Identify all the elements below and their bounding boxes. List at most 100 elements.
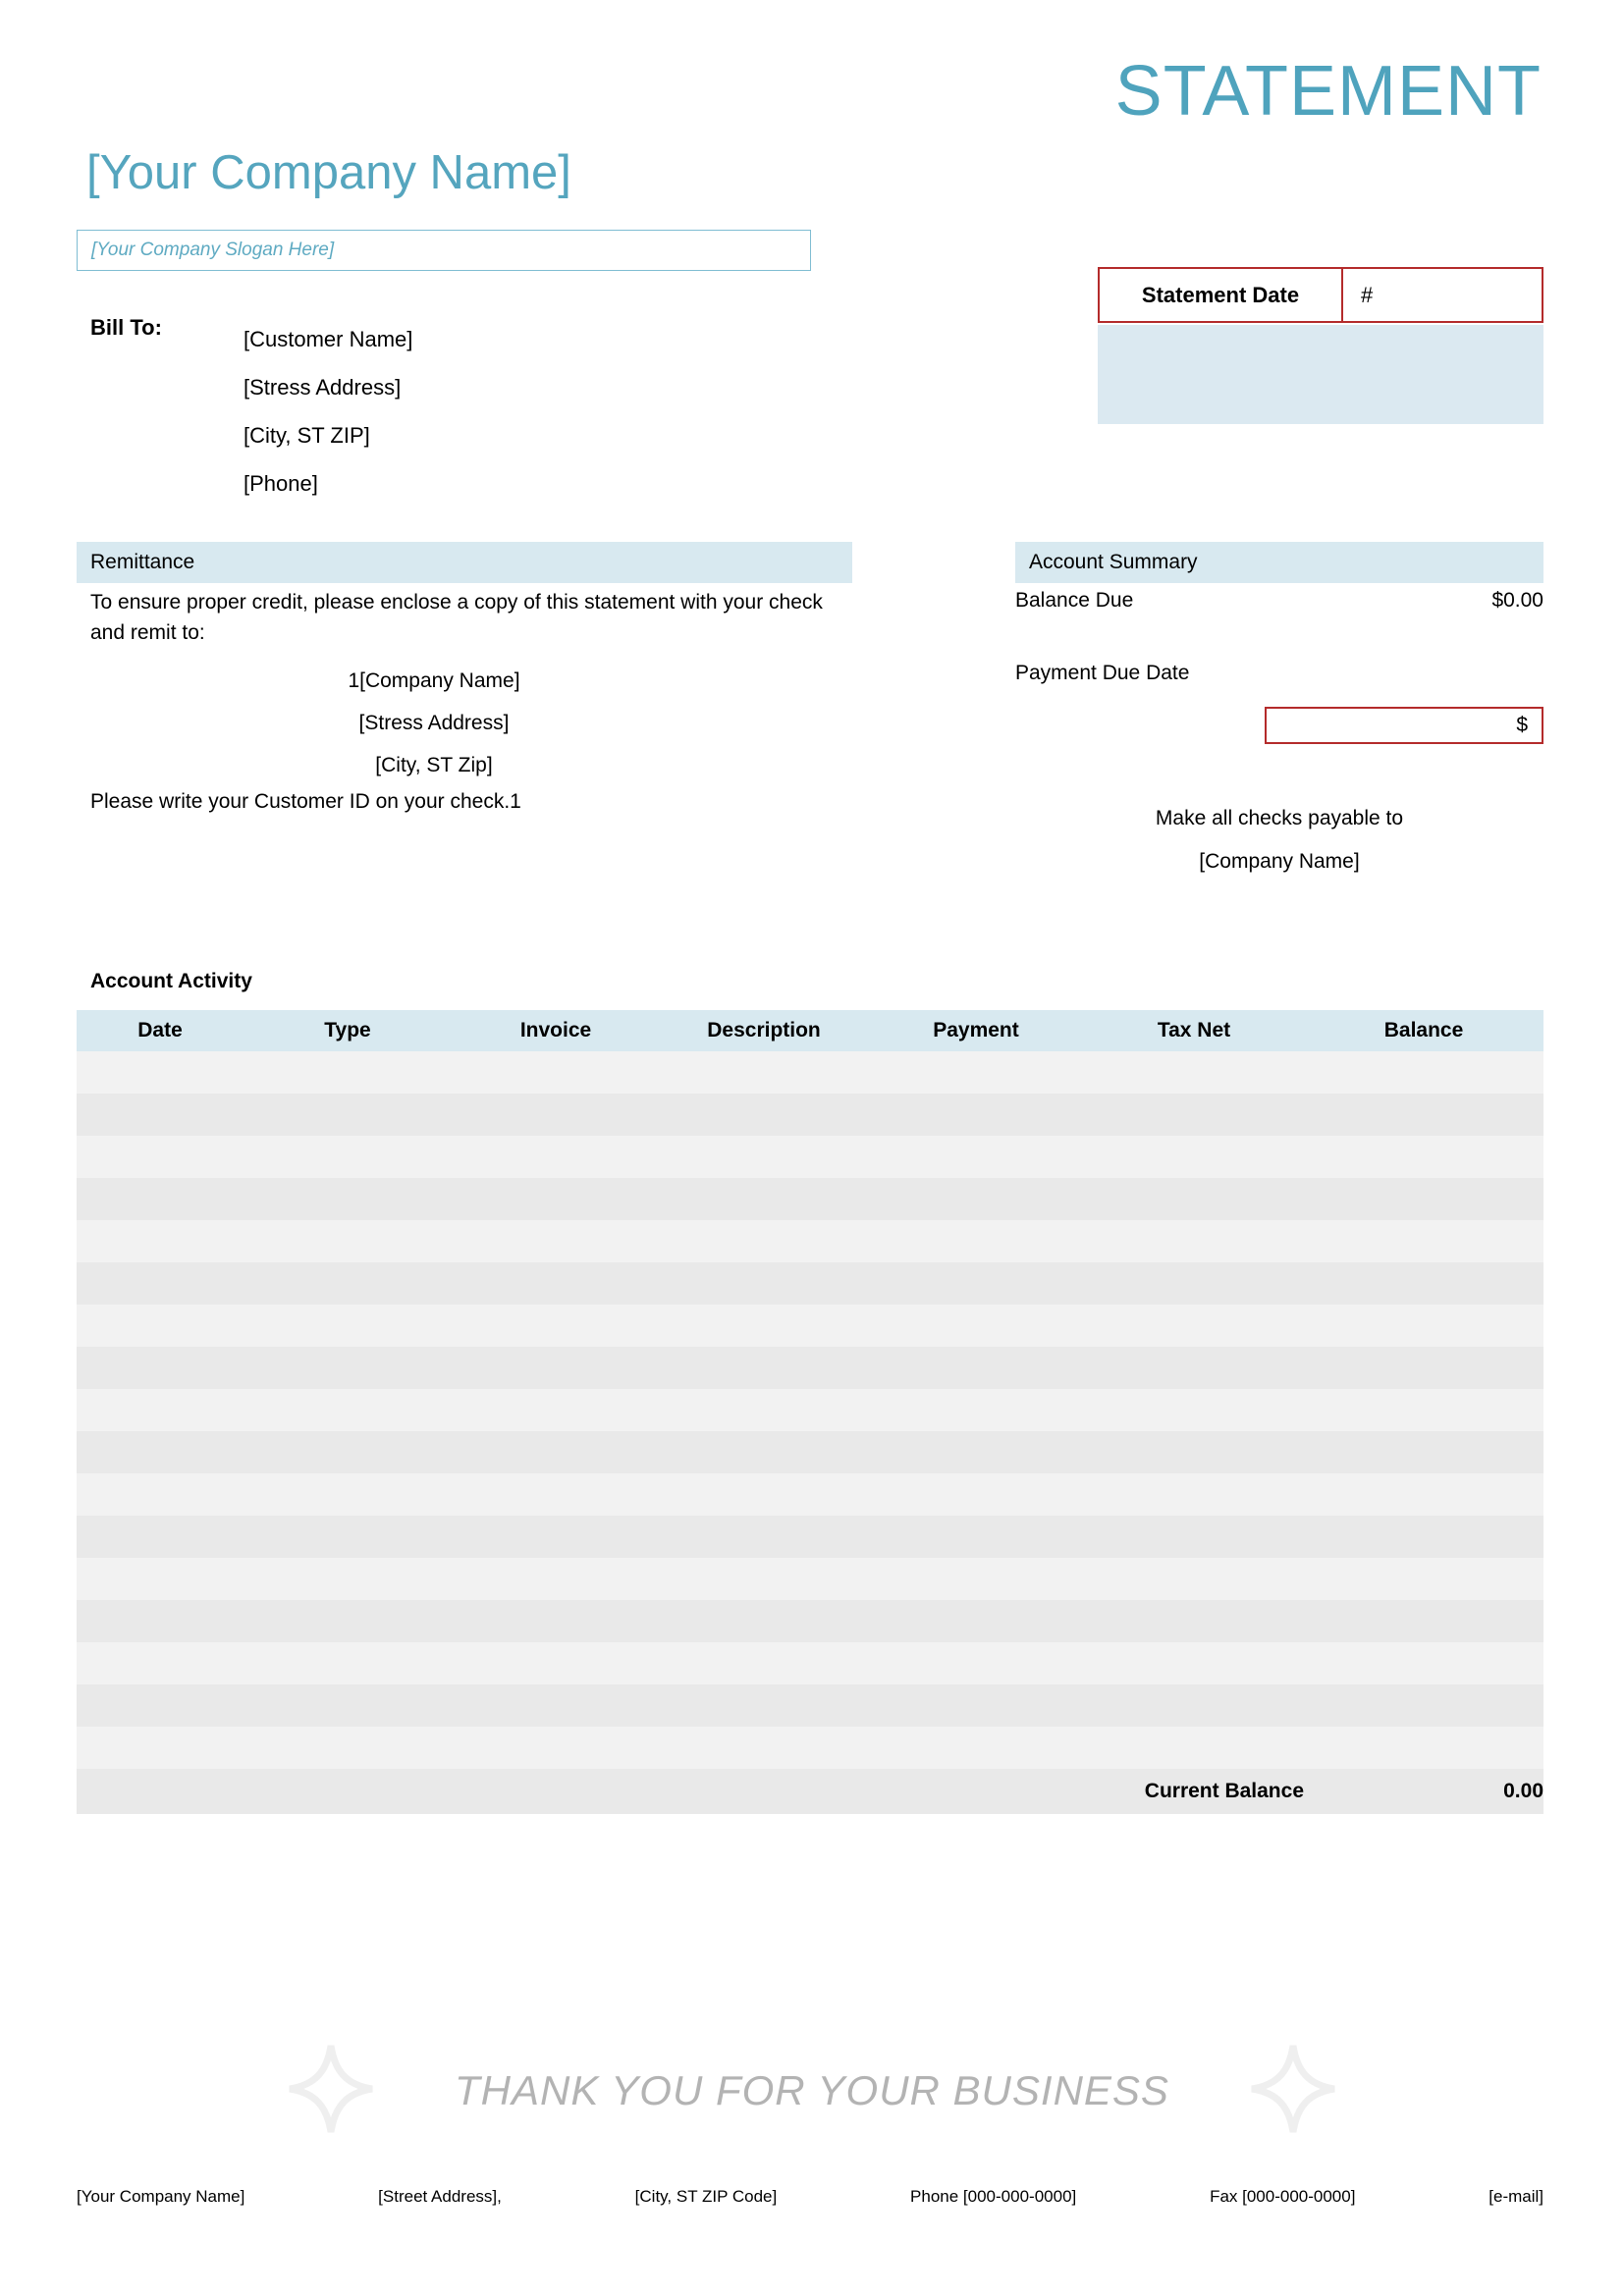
table-cell[interactable] (1304, 1684, 1543, 1727)
table-cell[interactable] (452, 1642, 660, 1684)
table-cell[interactable] (244, 1431, 452, 1473)
table-cell[interactable] (868, 1178, 1084, 1220)
table-row[interactable] (77, 1431, 1543, 1473)
table-cell[interactable] (660, 1600, 868, 1642)
table-cell[interactable] (77, 1094, 244, 1136)
table-cell[interactable] (868, 1642, 1084, 1684)
table-cell[interactable] (244, 1136, 452, 1178)
table-cell[interactable] (244, 1642, 452, 1684)
column-header-balance[interactable]: Balance (1304, 1010, 1543, 1051)
column-header-tax-net[interactable]: Tax Net (1084, 1010, 1304, 1051)
table-cell[interactable] (1084, 1431, 1304, 1473)
table-cell[interactable] (77, 1600, 244, 1642)
table-cell[interactable] (1304, 1516, 1543, 1558)
table-cell[interactable] (660, 1642, 868, 1684)
table-cell[interactable] (868, 1727, 1084, 1769)
table-cell[interactable] (1084, 1642, 1304, 1684)
table-cell[interactable] (660, 1347, 868, 1389)
table-cell[interactable] (452, 1305, 660, 1347)
bill-to-line[interactable]: [City, ST ZIP] (244, 411, 793, 459)
table-cell[interactable] (868, 1684, 1084, 1727)
table-cell[interactable] (1304, 1389, 1543, 1431)
table-cell[interactable] (1304, 1094, 1543, 1136)
table-cell[interactable] (77, 1431, 244, 1473)
table-cell[interactable] (1084, 1347, 1304, 1389)
table-cell[interactable] (660, 1178, 868, 1220)
table-cell[interactable] (244, 1516, 452, 1558)
table-cell[interactable] (77, 1178, 244, 1220)
table-cell[interactable] (1084, 1178, 1304, 1220)
table-cell[interactable] (452, 1389, 660, 1431)
table-cell[interactable] (244, 1305, 452, 1347)
company-slogan-box[interactable]: [Your Company Slogan Here] (77, 230, 811, 271)
remittance-address-line[interactable]: [City, ST Zip] (90, 744, 778, 786)
column-header-invoice[interactable]: Invoice (452, 1010, 660, 1051)
table-cell[interactable] (244, 1558, 452, 1600)
table-cell[interactable] (1084, 1136, 1304, 1178)
table-cell[interactable] (1304, 1642, 1543, 1684)
column-header-type[interactable]: Type (244, 1010, 452, 1051)
table-cell[interactable] (868, 1094, 1084, 1136)
table-cell[interactable] (868, 1136, 1084, 1178)
table-row[interactable] (77, 1220, 1543, 1262)
table-cell[interactable] (1304, 1727, 1543, 1769)
checks-payable-company[interactable]: [Company Name] (1015, 840, 1543, 883)
table-row[interactable] (77, 1347, 1543, 1389)
table-cell[interactable] (660, 1727, 868, 1769)
table-row[interactable] (77, 1262, 1543, 1305)
table-cell[interactable] (1084, 1389, 1304, 1431)
table-row[interactable] (77, 1473, 1543, 1516)
table-cell[interactable] (77, 1389, 244, 1431)
table-cell[interactable] (244, 1220, 452, 1262)
table-cell[interactable] (452, 1558, 660, 1600)
bill-to-line[interactable]: [Phone] (244, 459, 793, 507)
table-cell[interactable] (244, 1051, 452, 1094)
table-row[interactable] (77, 1727, 1543, 1769)
table-row[interactable] (77, 1178, 1543, 1220)
remittance-address-line[interactable]: [Stress Address] (90, 702, 778, 744)
table-cell[interactable] (1084, 1220, 1304, 1262)
table-cell[interactable] (1304, 1178, 1543, 1220)
table-cell[interactable] (452, 1431, 660, 1473)
table-row[interactable] (77, 1558, 1543, 1600)
table-cell[interactable] (868, 1347, 1084, 1389)
table-cell[interactable] (660, 1389, 868, 1431)
table-cell[interactable] (452, 1347, 660, 1389)
table-cell[interactable] (452, 1178, 660, 1220)
table-cell[interactable] (1084, 1051, 1304, 1094)
table-cell[interactable] (77, 1473, 244, 1516)
table-cell[interactable] (868, 1389, 1084, 1431)
table-row[interactable] (77, 1094, 1543, 1136)
table-cell[interactable] (1084, 1558, 1304, 1600)
table-row[interactable] (77, 1600, 1543, 1642)
bill-to-line[interactable]: [Customer Name] (244, 315, 793, 363)
remittance-address-line[interactable]: 1[Company Name] (90, 660, 778, 702)
table-cell[interactable] (77, 1305, 244, 1347)
table-cell[interactable] (77, 1516, 244, 1558)
table-cell[interactable] (1084, 1727, 1304, 1769)
table-cell[interactable] (452, 1220, 660, 1262)
table-row[interactable] (77, 1516, 1543, 1558)
table-cell[interactable] (244, 1094, 452, 1136)
table-cell[interactable] (452, 1051, 660, 1094)
table-cell[interactable] (452, 1473, 660, 1516)
table-cell[interactable] (1084, 1094, 1304, 1136)
table-cell[interactable] (244, 1600, 452, 1642)
table-cell[interactable] (452, 1684, 660, 1727)
table-cell[interactable] (868, 1516, 1084, 1558)
table-cell[interactable] (77, 1220, 244, 1262)
table-cell[interactable] (660, 1220, 868, 1262)
column-header-date[interactable]: Date (77, 1010, 244, 1051)
statement-date-value[interactable]: # (1343, 269, 1542, 321)
table-cell[interactable] (660, 1305, 868, 1347)
table-cell[interactable] (868, 1220, 1084, 1262)
table-cell[interactable] (660, 1431, 868, 1473)
table-row[interactable] (77, 1642, 1543, 1684)
table-cell[interactable] (1084, 1684, 1304, 1727)
table-cell[interactable] (452, 1136, 660, 1178)
table-cell[interactable] (660, 1051, 868, 1094)
table-cell[interactable] (1084, 1262, 1304, 1305)
table-cell[interactable] (868, 1262, 1084, 1305)
table-row[interactable] (77, 1684, 1543, 1727)
table-cell[interactable] (77, 1262, 244, 1305)
